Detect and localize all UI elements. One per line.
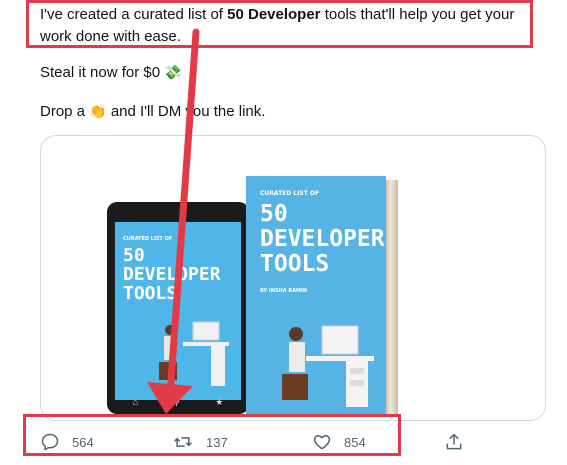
book-mockup: CURATED LIST OF 50 DEVELOPER TOOLS BY IN… (246, 176, 398, 414)
like-count: 854 (344, 434, 366, 450)
tweet-actions: 564 137 854 (40, 430, 470, 456)
retweet-button[interactable]: 137 (172, 432, 228, 452)
book-pages (386, 180, 398, 414)
money-emoji-icon: 💸 (164, 64, 182, 80)
retweet-count: 137 (206, 434, 228, 450)
reply-count: 564 (72, 434, 94, 450)
book-cover: CURATED LIST OF 50 DEVELOPER TOOLS BY IN… (246, 176, 386, 414)
tweet-line-3-start: Drop a (40, 103, 86, 120)
tablet-screen: CURATED LIST OF 50 DEVELOPER TOOLS (115, 222, 241, 400)
retweet-icon (174, 437, 192, 447)
tweet-line-3: Drop a 👏 and I'll DM you the link. (40, 103, 265, 120)
tweet-line-2-text: Steal it now for $0 (40, 64, 161, 81)
tablet-nav-bar: ⌂ ⚲ ★ (115, 394, 241, 410)
share-button[interactable] (444, 432, 476, 452)
tweet-line-3-end: and I'll DM you the link. (110, 103, 266, 120)
book-illustration-icon (282, 325, 374, 407)
tablet-home-icon: ⌂ (132, 397, 139, 407)
clap-emoji-icon: 👏 (89, 103, 107, 119)
media-card[interactable]: CURATED LIST OF 50 DEVELOPER TOOLS ⌂ ⚲ ★… (40, 135, 546, 421)
tweet-line-2: Steal it now for $0 💸 (40, 64, 182, 81)
reply-icon (41, 433, 59, 451)
tablet-star-icon: ★ (215, 396, 224, 407)
tablet-mockup: CURATED LIST OF 50 DEVELOPER TOOLS ⌂ ⚲ ★ (107, 202, 249, 414)
tablet-search-icon: ⚲ (173, 396, 180, 407)
like-button[interactable]: 854 (312, 432, 366, 452)
share-icon (446, 433, 462, 450)
annotation-box-text (26, 0, 533, 48)
reply-button[interactable]: 564 (40, 432, 94, 452)
heart-icon (313, 435, 331, 450)
tablet-illustration-icon (159, 321, 229, 386)
